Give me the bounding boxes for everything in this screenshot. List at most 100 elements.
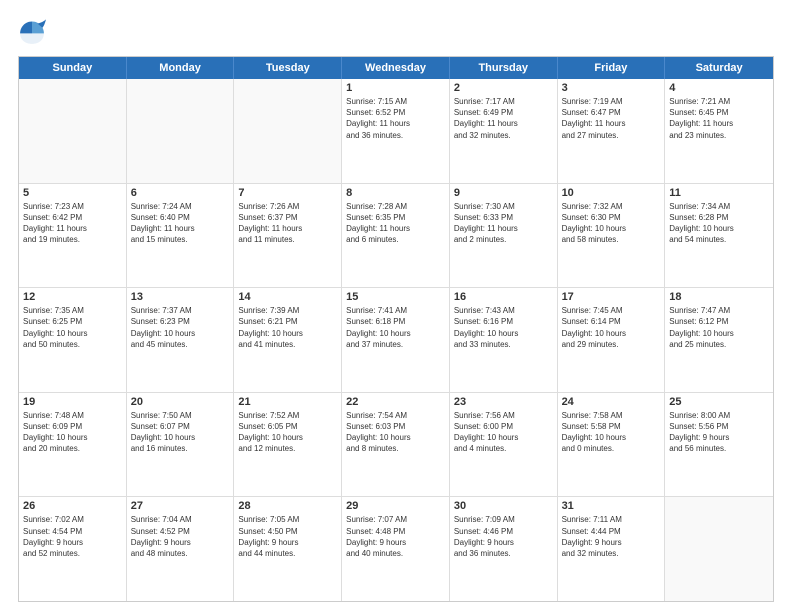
day-number: 14 [238,291,337,303]
day-info: Sunrise: 7:47 AM Sunset: 6:12 PM Dayligh… [669,305,769,350]
calendar-cell: 15 Sunrise: 7:41 AM Sunset: 6:18 PM Dayli… [342,288,450,392]
header-saturday: Saturday [665,57,773,79]
day-number: 19 [23,396,122,408]
calendar-cell: 8Sunrise: 7:28 AM Sunset: 6:35 PM Daylig… [342,184,450,288]
day-info: Sunrise: 7:43 AM Sunset: 6:16 PM Dayligh… [454,305,553,350]
day-number: 18 [669,291,769,303]
day-info: Sunrise: 7:09 AM Sunset: 4:46 PM Dayligh… [454,514,553,559]
day-info: Sunrise: 7:24 AM Sunset: 6:40 PM Dayligh… [131,201,230,246]
day-info: Sunrise: 7:56 AM Sunset: 6:00 PM Dayligh… [454,410,553,455]
header-monday: Monday [127,57,235,79]
calendar-cell [665,497,773,601]
calendar-cell [234,79,342,183]
calendar-cell: 6 Sunrise: 7:24 AM Sunset: 6:40 PM Daylig… [127,184,235,288]
day-number: 24 [562,396,661,408]
calendar-row-2: 12Sunrise: 7:35 AM Sunset: 6:25 PM Dayli… [19,288,773,393]
day-number: 29 [346,500,445,512]
day-info: Sunrise: 8:00 AM Sunset: 5:56 PM Dayligh… [669,410,769,455]
calendar-cell: 26 Sunrise: 7:02 AM Sunset: 4:54 PM Dayli… [19,497,127,601]
calendar-cell: 2Sunrise: 7:17 AM Sunset: 6:49 PM Daylig… [450,79,558,183]
calendar-cell: 3 Sunrise: 7:19 AM Sunset: 6:47 PM Daylig… [558,79,666,183]
day-number: 9 [454,187,553,199]
day-info: Sunrise: 7:07 AM Sunset: 4:48 PM Dayligh… [346,514,445,559]
calendar-cell: 19 Sunrise: 7:48 AM Sunset: 6:09 PM Dayli… [19,393,127,497]
calendar-row-4: 26 Sunrise: 7:02 AM Sunset: 4:54 PM Dayli… [19,497,773,601]
calendar-row-0: 1 Sunrise: 7:15 AM Sunset: 6:52 PM Daylig… [19,79,773,184]
day-number: 25 [669,396,769,408]
day-info: Sunrise: 7:48 AM Sunset: 6:09 PM Dayligh… [23,410,122,455]
logo [18,18,50,46]
day-number: 7 [238,187,337,199]
day-number: 21 [238,396,337,408]
calendar-cell: 18 Sunrise: 7:47 AM Sunset: 6:12 PM Dayli… [665,288,773,392]
calendar-cell: 16 Sunrise: 7:43 AM Sunset: 6:16 PM Dayli… [450,288,558,392]
day-number: 3 [562,82,661,94]
day-number: 10 [562,187,661,199]
calendar-cell: 27 Sunrise: 7:04 AM Sunset: 4:52 PM Dayli… [127,497,235,601]
calendar-cell: 4 Sunrise: 7:21 AM Sunset: 6:45 PM Daylig… [665,79,773,183]
day-info: Sunrise: 7:15 AM Sunset: 6:52 PM Dayligh… [346,96,445,141]
calendar-cell: 7 Sunrise: 7:26 AM Sunset: 6:37 PM Daylig… [234,184,342,288]
day-info: Sunrise: 7:54 AM Sunset: 6:03 PM Dayligh… [346,410,445,455]
calendar-cell: 1 Sunrise: 7:15 AM Sunset: 6:52 PM Daylig… [342,79,450,183]
calendar-cell: 20Sunrise: 7:50 AM Sunset: 6:07 PM Dayli… [127,393,235,497]
calendar-cell: 14 Sunrise: 7:39 AM Sunset: 6:21 PM Dayli… [234,288,342,392]
day-number: 5 [23,187,122,199]
calendar-cell: 10 Sunrise: 7:32 AM Sunset: 6:30 PM Dayli… [558,184,666,288]
calendar: Sunday Monday Tuesday Wednesday Thursday… [18,56,774,602]
calendar-body: 1 Sunrise: 7:15 AM Sunset: 6:52 PM Daylig… [19,79,773,601]
day-number: 13 [131,291,230,303]
day-info: Sunrise: 7:02 AM Sunset: 4:54 PM Dayligh… [23,514,122,559]
day-info: Sunrise: 7:04 AM Sunset: 4:52 PM Dayligh… [131,514,230,559]
header [18,18,774,46]
day-info: Sunrise: 7:32 AM Sunset: 6:30 PM Dayligh… [562,201,661,246]
calendar-cell: 30 Sunrise: 7:09 AM Sunset: 4:46 PM Dayli… [450,497,558,601]
day-number: 12 [23,291,122,303]
day-info: Sunrise: 7:11 AM Sunset: 4:44 PM Dayligh… [562,514,661,559]
calendar-cell [19,79,127,183]
header-tuesday: Tuesday [234,57,342,79]
day-info: Sunrise: 7:21 AM Sunset: 6:45 PM Dayligh… [669,96,769,141]
calendar-cell: 25 Sunrise: 8:00 AM Sunset: 5:56 PM Dayli… [665,393,773,497]
header-wednesday: Wednesday [342,57,450,79]
calendar-row-3: 19 Sunrise: 7:48 AM Sunset: 6:09 PM Dayli… [19,393,773,498]
day-number: 6 [131,187,230,199]
day-number: 15 [346,291,445,303]
day-number: 27 [131,500,230,512]
calendar-cell: 5 Sunrise: 7:23 AM Sunset: 6:42 PM Daylig… [19,184,127,288]
day-info: Sunrise: 7:41 AM Sunset: 6:18 PM Dayligh… [346,305,445,350]
day-number: 26 [23,500,122,512]
day-number: 1 [346,82,445,94]
day-info: Sunrise: 7:34 AM Sunset: 6:28 PM Dayligh… [669,201,769,246]
logo-icon [18,18,46,46]
calendar-cell [127,79,235,183]
calendar-cell: 12Sunrise: 7:35 AM Sunset: 6:25 PM Dayli… [19,288,127,392]
day-info: Sunrise: 7:26 AM Sunset: 6:37 PM Dayligh… [238,201,337,246]
day-info: Sunrise: 7:39 AM Sunset: 6:21 PM Dayligh… [238,305,337,350]
day-number: 28 [238,500,337,512]
day-number: 31 [562,500,661,512]
header-friday: Friday [558,57,666,79]
calendar-cell: 28 Sunrise: 7:05 AM Sunset: 4:50 PM Dayli… [234,497,342,601]
day-number: 4 [669,82,769,94]
day-info: Sunrise: 7:17 AM Sunset: 6:49 PM Dayligh… [454,96,553,141]
page: Sunday Monday Tuesday Wednesday Thursday… [0,0,792,612]
day-number: 20 [131,396,230,408]
calendar-cell: 29 Sunrise: 7:07 AM Sunset: 4:48 PM Dayli… [342,497,450,601]
day-info: Sunrise: 7:05 AM Sunset: 4:50 PM Dayligh… [238,514,337,559]
header-sunday: Sunday [19,57,127,79]
calendar-cell: 21Sunrise: 7:52 AM Sunset: 6:05 PM Dayli… [234,393,342,497]
day-number: 22 [346,396,445,408]
day-info: Sunrise: 7:45 AM Sunset: 6:14 PM Dayligh… [562,305,661,350]
day-info: Sunrise: 7:19 AM Sunset: 6:47 PM Dayligh… [562,96,661,141]
calendar-cell: 23 Sunrise: 7:56 AM Sunset: 6:00 PM Dayli… [450,393,558,497]
day-info: Sunrise: 7:30 AM Sunset: 6:33 PM Dayligh… [454,201,553,246]
day-number: 16 [454,291,553,303]
day-number: 8 [346,187,445,199]
calendar-header: Sunday Monday Tuesday Wednesday Thursday… [19,57,773,79]
calendar-cell: 22 Sunrise: 7:54 AM Sunset: 6:03 PM Dayli… [342,393,450,497]
day-info: Sunrise: 7:23 AM Sunset: 6:42 PM Dayligh… [23,201,122,246]
day-number: 23 [454,396,553,408]
day-info: Sunrise: 7:37 AM Sunset: 6:23 PM Dayligh… [131,305,230,350]
day-number: 30 [454,500,553,512]
